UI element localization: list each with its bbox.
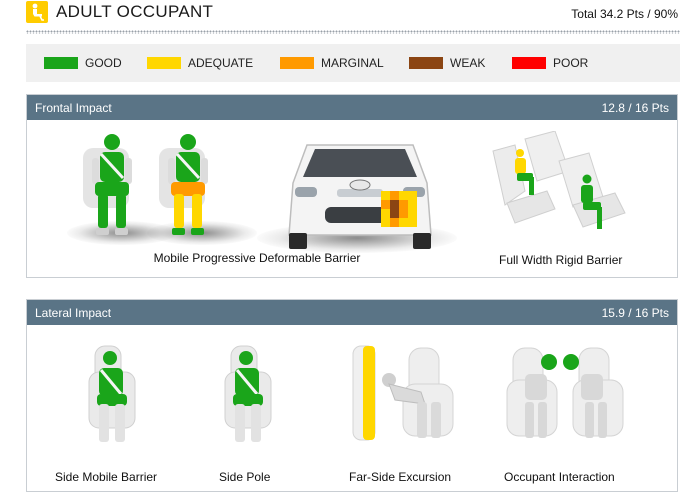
rating-legend: GOOD ADEQUATE MARGINAL WEAK POOR bbox=[26, 44, 680, 82]
occupant-interaction-illustration bbox=[506, 347, 624, 438]
test-caption: Full Width Rigid Barrier bbox=[499, 253, 623, 267]
frontal-impact-header: Frontal Impact 12.8 / 16 Pts bbox=[27, 95, 677, 120]
total-score: Total 34.2 Pts / 90% bbox=[571, 7, 678, 21]
panel-title: Frontal Impact bbox=[35, 101, 112, 115]
dotted-divider bbox=[26, 30, 680, 34]
page-title: ADULT OCCUPANT bbox=[56, 2, 214, 21]
lateral-impact-header: Lateral Impact 15.9 / 16 Pts bbox=[27, 300, 677, 325]
legend-label: WEAK bbox=[450, 56, 486, 70]
lateral-impact-panel: Lateral Impact 15.9 / 16 Pts Side Mobile… bbox=[26, 299, 678, 492]
far-side-excursion-illustration bbox=[352, 345, 454, 441]
frontal-impact-panel: Frontal Impact 12.8 / 16 Pts Mobile Prog… bbox=[26, 94, 678, 278]
test-caption: Far-Side Excursion bbox=[349, 470, 452, 484]
full-width-seats-illustration bbox=[492, 131, 626, 229]
panel-title: Lateral Impact bbox=[35, 306, 112, 320]
section-header: ADULT OCCUPANT Total 34.2 Pts / 90% bbox=[26, 0, 680, 26]
frontal-dummy-passenger-illustration bbox=[159, 134, 208, 235]
legend-swatch-poor bbox=[512, 57, 546, 69]
legend-swatch-good bbox=[44, 57, 78, 69]
test-caption: Side Pole bbox=[219, 470, 271, 484]
car-front-illustration bbox=[288, 144, 432, 249]
legend-label: GOOD bbox=[85, 56, 122, 70]
side-mobile-barrier-illustration bbox=[88, 345, 136, 442]
test-caption: Occupant Interaction bbox=[504, 470, 615, 484]
legend-swatch-adequate bbox=[147, 57, 181, 69]
test-caption: Mobile Progressive Deformable Barrier bbox=[153, 251, 361, 265]
legend-label: MARGINAL bbox=[321, 56, 384, 70]
seated-occupant-icon bbox=[26, 1, 48, 23]
side-pole-illustration bbox=[224, 345, 272, 442]
legend-swatch-marginal bbox=[280, 57, 314, 69]
legend-swatch-weak bbox=[409, 57, 443, 69]
panel-score: 12.8 / 16 Pts bbox=[601, 101, 669, 115]
test-caption: Side Mobile Barrier bbox=[55, 470, 158, 484]
legend-label: ADEQUATE bbox=[188, 56, 254, 70]
frontal-dummy-driver-illustration bbox=[83, 134, 132, 235]
legend-label: POOR bbox=[553, 56, 589, 70]
panel-score: 15.9 / 16 Pts bbox=[601, 306, 669, 320]
